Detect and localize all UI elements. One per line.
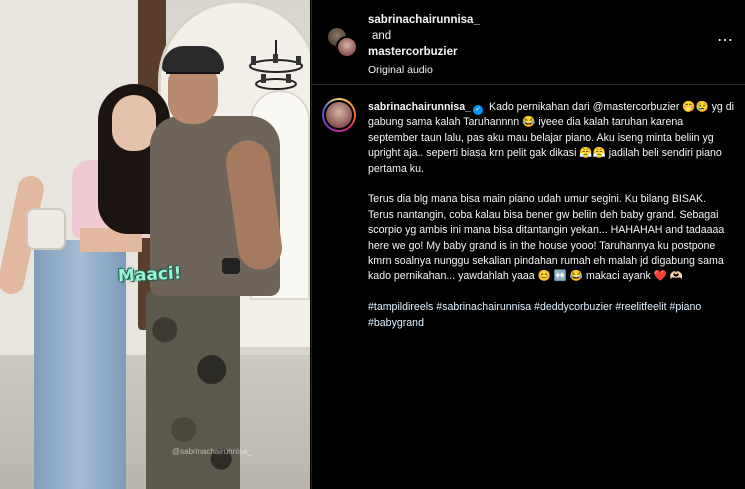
caption-paragraph-2: Terus dia blg mana bisa main piano udah … [368,193,725,283]
woman-jeans [34,240,126,489]
maaci-sticker: Maaci! [117,263,183,287]
post-header: sabrinachairunnisa_ and mastercorbuzier … [312,0,745,85]
verified-badge-icon: ✓ [473,105,484,115]
avatar-sabrinachairunnisa[interactable] [336,36,358,58]
man-camo-pants [146,290,240,489]
caption-avatar[interactable] [322,98,356,132]
collab-names: sabrinachairunnisa_ and mastercorbuzier … [368,12,480,78]
caption-text: sabrinachairunnisa_ ✓ Kado pernikahan dar… [368,100,734,346]
username-link-master[interactable]: mastercorbuzier [368,44,480,60]
hashtags[interactable]: #tampildireels #sabrinachairunnisa #dedd… [368,300,734,331]
post-details-panel: sabrinachairunnisa_ and mastercorbuzier … [311,0,745,489]
more-options-icon[interactable]: ⋯ [717,30,734,50]
original-audio-link[interactable]: Original audio [368,62,480,78]
video-watermark: @sabrinachairunnisa_ [172,447,252,456]
watch [222,258,240,274]
sunglasses [166,70,220,84]
collab-avatars[interactable] [324,24,360,60]
avatar-image [324,100,354,130]
username-link-sabrina[interactable]: sabrinachairunnisa_ [368,12,480,28]
caption-username[interactable]: sabrinachairunnisa_ [368,101,471,113]
reel-video-frame[interactable]: Maaci! @sabrinachairunnisa_ [0,0,310,489]
man-cap [162,46,224,72]
woman-bag [26,208,66,250]
chandelier-image [249,40,303,90]
and-text: and [372,30,392,42]
